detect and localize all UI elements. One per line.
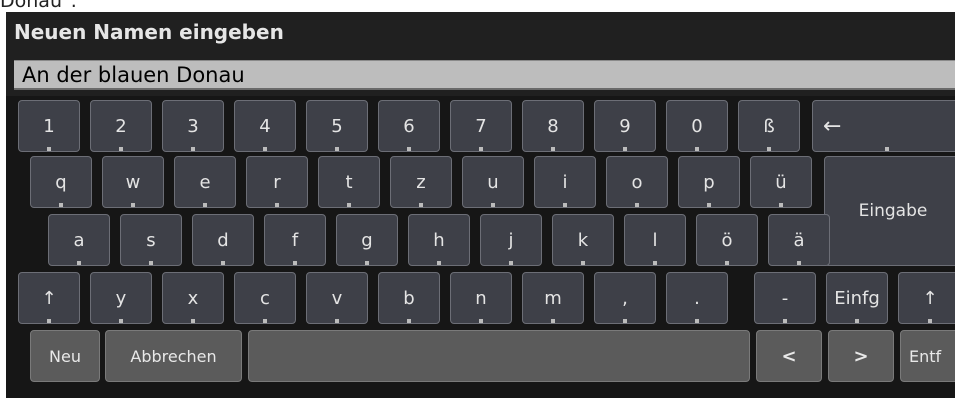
key-l[interactable]: l [624, 214, 686, 266]
key-m[interactable]: m [522, 272, 584, 324]
key-i[interactable]: i [534, 156, 596, 208]
backspace-arrow-icon: ← [823, 113, 842, 139]
key-1[interactable]: 1 [18, 100, 80, 152]
key-o[interactable]: o [606, 156, 668, 208]
key-0[interactable]: 0 [666, 100, 728, 152]
key-6[interactable]: 6 [378, 100, 440, 152]
backspace-key[interactable]: ← [812, 100, 955, 152]
key-p[interactable]: p [678, 156, 740, 208]
key-w[interactable]: w [102, 156, 164, 208]
shift-arrow-icon: ↑ [922, 287, 938, 309]
enter-key[interactable]: Eingabe [824, 156, 955, 266]
key-v[interactable]: v [306, 272, 368, 324]
key-eszett[interactable]: ß [738, 100, 800, 152]
key-3[interactable]: 3 [162, 100, 224, 152]
key-u-umlaut[interactable]: ü [750, 156, 812, 208]
name-input-field[interactable]: An der blauen Donau [14, 60, 955, 90]
key-z[interactable]: z [390, 156, 452, 208]
key-h[interactable]: h [408, 214, 470, 266]
key-q[interactable]: q [30, 156, 92, 208]
key-x[interactable]: x [162, 272, 224, 324]
key-t[interactable]: t [318, 156, 380, 208]
key-a[interactable]: a [48, 214, 110, 266]
key-j[interactable]: j [480, 214, 542, 266]
onscreen-keyboard: 1 2 3 4 5 6 7 8 9 0 ß ← q w e r t z u i … [6, 96, 955, 398]
key-9[interactable]: 9 [594, 100, 656, 152]
insert-key[interactable]: Einfg [826, 272, 888, 324]
space-bar[interactable] [248, 330, 750, 382]
key-s[interactable]: s [120, 214, 182, 266]
key-g[interactable]: g [336, 214, 398, 266]
key-8[interactable]: 8 [522, 100, 584, 152]
cursor-right-button[interactable]: > [828, 330, 894, 382]
key-e[interactable]: e [174, 156, 236, 208]
key-d[interactable]: d [192, 214, 254, 266]
shift-key-right[interactable]: ↑ [898, 272, 955, 324]
new-button[interactable]: Neu [30, 330, 100, 382]
shift-arrow-icon: ↑ [41, 287, 57, 309]
dialog-title: Neuen Namen eingeben [14, 20, 284, 44]
key-y[interactable]: y [90, 272, 152, 324]
key-k[interactable]: k [552, 214, 614, 266]
key-f[interactable]: f [264, 214, 326, 266]
key-n[interactable]: n [450, 272, 512, 324]
background-caption-text: Donau". [0, 0, 77, 12]
key-2[interactable]: 2 [90, 100, 152, 152]
key-7[interactable]: 7 [450, 100, 512, 152]
rename-dialog: Neuen Namen eingeben An der blauen Donau… [6, 12, 955, 398]
key-period[interactable]: . [666, 272, 728, 324]
delete-button[interactable]: Entf [900, 330, 955, 382]
shift-key-left[interactable]: ↑ [18, 272, 80, 324]
key-c[interactable]: c [234, 272, 296, 324]
cancel-button[interactable]: Abbrechen [105, 330, 242, 382]
key-hyphen[interactable]: - [754, 272, 816, 324]
key-b[interactable]: b [378, 272, 440, 324]
key-comma[interactable]: , [594, 272, 656, 324]
key-a-umlaut[interactable]: ä [768, 214, 830, 266]
key-4[interactable]: 4 [234, 100, 296, 152]
key-o-umlaut[interactable]: ö [696, 214, 758, 266]
key-u[interactable]: u [462, 156, 524, 208]
cursor-left-button[interactable]: < [756, 330, 822, 382]
key-5[interactable]: 5 [306, 100, 368, 152]
key-r[interactable]: r [246, 156, 308, 208]
